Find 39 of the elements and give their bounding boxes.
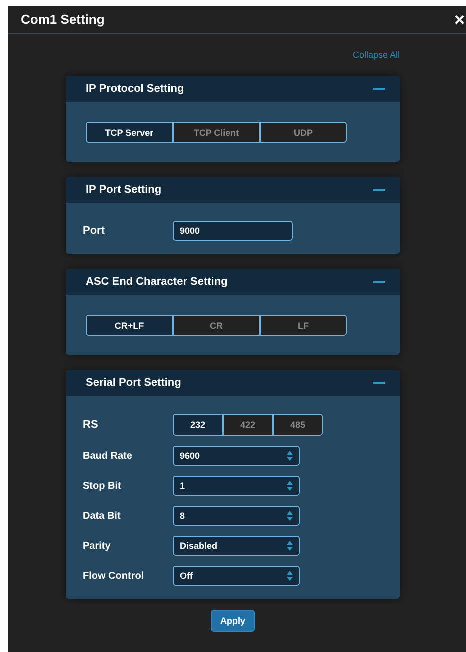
field-label: Data Bit	[83, 510, 122, 522]
collapse-icon[interactable]	[373, 280, 385, 284]
option-button[interactable]: TCP Server	[86, 122, 173, 143]
window-title: Com1 Setting	[20, 12, 105, 27]
field-label: RS	[83, 419, 100, 431]
select-field[interactable]: Disabled	[173, 536, 300, 556]
spinner-icon	[287, 571, 293, 581]
collapse-all-link[interactable]: Collapse All	[352, 50, 400, 60]
spinner-icon	[287, 481, 293, 491]
field-label: Parity	[83, 540, 112, 552]
option-button[interactable]: 232	[173, 414, 223, 436]
option-button[interactable]: CR+LF	[86, 315, 173, 336]
select-field[interactable]: 9600	[173, 446, 300, 466]
option-button[interactable]: TCP Client	[173, 122, 260, 143]
option-button[interactable]: LF	[260, 315, 347, 336]
collapse-icon[interactable]	[373, 381, 385, 385]
field-label: Port	[83, 225, 106, 237]
spinner-icon	[287, 451, 293, 461]
field-label: Stop Bit	[83, 480, 122, 492]
field-label: Flow Control	[83, 570, 146, 582]
select-field[interactable]: 1	[173, 476, 300, 496]
input-field[interactable]: 9000	[173, 221, 293, 241]
section-title: Serial Port Setting	[86, 377, 182, 389]
section-title: ASC End Character Setting	[86, 276, 228, 288]
apply-button[interactable]: Apply	[211, 610, 254, 632]
close-button[interactable]: ×	[454, 10, 465, 28]
spinner-icon	[287, 541, 293, 551]
option-button[interactable]: 485	[273, 414, 323, 436]
section-title: IP Port Setting	[86, 184, 162, 196]
select-field[interactable]: Off	[173, 566, 300, 586]
select-field[interactable]: 8	[173, 506, 300, 526]
option-button[interactable]: UDP	[260, 122, 347, 143]
section-title: IP Protocol Setting	[86, 83, 184, 95]
collapse-icon[interactable]	[373, 87, 385, 91]
collapse-icon[interactable]	[373, 188, 385, 192]
field-label: Baud Rate	[83, 450, 134, 462]
option-button[interactable]: CR	[173, 315, 260, 336]
spinner-icon	[287, 511, 293, 521]
option-button[interactable]: 422	[223, 414, 273, 436]
